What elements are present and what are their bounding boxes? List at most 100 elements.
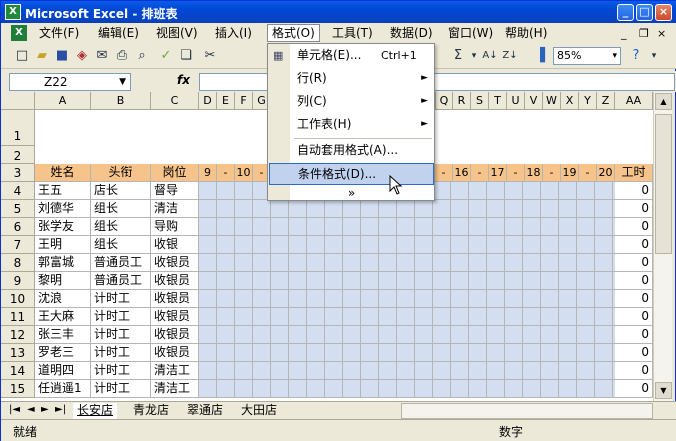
cell-title[interactable]: 组长: [91, 200, 151, 218]
schedule-cell[interactable]: [595, 326, 613, 344]
schedule-cell[interactable]: [577, 182, 595, 200]
schedule-cell[interactable]: [523, 272, 541, 290]
schedule-cell[interactable]: [307, 272, 325, 290]
hour-label[interactable]: 16: [453, 164, 471, 182]
schedule-cell[interactable]: [523, 290, 541, 308]
cell-title[interactable]: 计时工: [91, 326, 151, 344]
schedule-cell[interactable]: [199, 218, 217, 236]
schedule-cell[interactable]: [307, 344, 325, 362]
schedule-cell[interactable]: [271, 308, 289, 326]
schedule-cell[interactable]: [577, 308, 595, 326]
help-icon[interactable]: ?: [627, 47, 645, 65]
schedule-cell[interactable]: [235, 290, 253, 308]
schedule-cell[interactable]: [289, 380, 307, 398]
schedule-cell[interactable]: [289, 362, 307, 380]
schedule-cell[interactable]: [469, 344, 487, 362]
cell-title[interactable]: 组长: [91, 236, 151, 254]
vertical-scrollbar[interactable]: ▲ ▼: [653, 92, 672, 401]
cell-post[interactable]: 收银: [151, 236, 199, 254]
cell-worktime[interactable]: 0: [615, 182, 653, 200]
cell-name[interactable]: 黎明: [35, 272, 91, 290]
schedule-cell[interactable]: [253, 308, 271, 326]
hour-label[interactable]: -: [543, 164, 561, 182]
schedule-cell[interactable]: [271, 290, 289, 308]
email-icon[interactable]: ✉: [93, 47, 111, 65]
prev-sheet-icon[interactable]: ◄: [27, 404, 35, 415]
hour-label[interactable]: 19: [561, 164, 579, 182]
row-header[interactable]: 15: [1, 380, 35, 398]
last-sheet-icon[interactable]: ►|: [55, 404, 66, 415]
schedule-cell[interactable]: [577, 272, 595, 290]
schedule-cell[interactable]: [343, 380, 361, 398]
header-name[interactable]: 姓名: [35, 164, 91, 182]
schedule-cell[interactable]: [379, 380, 397, 398]
cell-worktime[interactable]: 0: [615, 362, 653, 380]
schedule-cell[interactable]: [361, 236, 379, 254]
schedule-cell[interactable]: [559, 308, 577, 326]
schedule-cell[interactable]: [577, 236, 595, 254]
schedule-cell[interactable]: [325, 218, 343, 236]
schedule-cell[interactable]: [523, 308, 541, 326]
hour-label[interactable]: 17: [489, 164, 507, 182]
schedule-cell[interactable]: [541, 290, 559, 308]
schedule-cell[interactable]: [559, 272, 577, 290]
schedule-cell[interactable]: [559, 182, 577, 200]
row-header[interactable]: 4: [1, 182, 35, 200]
schedule-cell[interactable]: [541, 182, 559, 200]
schedule-cell[interactable]: [307, 218, 325, 236]
schedule-cell[interactable]: [595, 254, 613, 272]
hour-label[interactable]: -: [217, 164, 235, 182]
row-header[interactable]: 1: [1, 110, 35, 146]
schedule-cell[interactable]: [559, 236, 577, 254]
schedule-cell[interactable]: [199, 344, 217, 362]
cell-post[interactable]: 收银员: [151, 308, 199, 326]
hour-label[interactable]: -: [435, 164, 453, 182]
open-icon[interactable]: ▰: [33, 47, 51, 65]
schedule-cell[interactable]: [577, 254, 595, 272]
schedule-cell[interactable]: [217, 236, 235, 254]
schedule-cell[interactable]: [343, 326, 361, 344]
cell-worktime[interactable]: 0: [615, 290, 653, 308]
schedule-cell[interactable]: [523, 326, 541, 344]
schedule-cell[interactable]: [487, 326, 505, 344]
schedule-cell[interactable]: [451, 308, 469, 326]
schedule-cell[interactable]: [505, 236, 523, 254]
row-header[interactable]: 11: [1, 308, 35, 326]
cell-name[interactable]: 王大麻: [35, 308, 91, 326]
cell-name[interactable]: 罗老三: [35, 344, 91, 362]
cell-title[interactable]: 计时工: [91, 380, 151, 398]
cell-title[interactable]: 普通员工: [91, 254, 151, 272]
schedule-cell[interactable]: [253, 272, 271, 290]
menu-item-row[interactable]: 行(R) ►: [269, 68, 434, 90]
schedule-cell[interactable]: [505, 200, 523, 218]
schedule-cell[interactable]: [523, 218, 541, 236]
schedule-cell[interactable]: [253, 326, 271, 344]
menu-file[interactable]: 文件(F): [35, 25, 83, 42]
schedule-cell[interactable]: [469, 200, 487, 218]
schedule-cell[interactable]: [433, 182, 451, 200]
hour-label[interactable]: -: [471, 164, 489, 182]
schedule-cell[interactable]: [361, 362, 379, 380]
cell-title[interactable]: 组长: [91, 218, 151, 236]
menu-view[interactable]: 视图(V): [152, 25, 202, 42]
schedule-cell[interactable]: [577, 218, 595, 236]
column-header[interactable]: A: [35, 92, 91, 110]
schedule-cell[interactable]: [451, 254, 469, 272]
cell-title[interactable]: 计时工: [91, 308, 151, 326]
schedule-cell[interactable]: [217, 362, 235, 380]
schedule-cell[interactable]: [505, 308, 523, 326]
schedule-cell[interactable]: [469, 218, 487, 236]
schedule-cell[interactable]: [469, 182, 487, 200]
schedule-cell[interactable]: [505, 218, 523, 236]
schedule-cell[interactable]: [253, 362, 271, 380]
schedule-cell[interactable]: [361, 272, 379, 290]
schedule-cell[interactable]: [343, 254, 361, 272]
column-header[interactable]: Y: [579, 92, 597, 110]
column-header[interactable]: U: [507, 92, 525, 110]
schedule-cell[interactable]: [379, 218, 397, 236]
column-header[interactable]: B: [91, 92, 151, 110]
menu-item-cells[interactable]: ▦ 单元格(E)... Ctrl+1: [269, 45, 434, 67]
schedule-cell[interactable]: [415, 290, 433, 308]
schedule-cell[interactable]: [199, 272, 217, 290]
schedule-cell[interactable]: [577, 380, 595, 398]
